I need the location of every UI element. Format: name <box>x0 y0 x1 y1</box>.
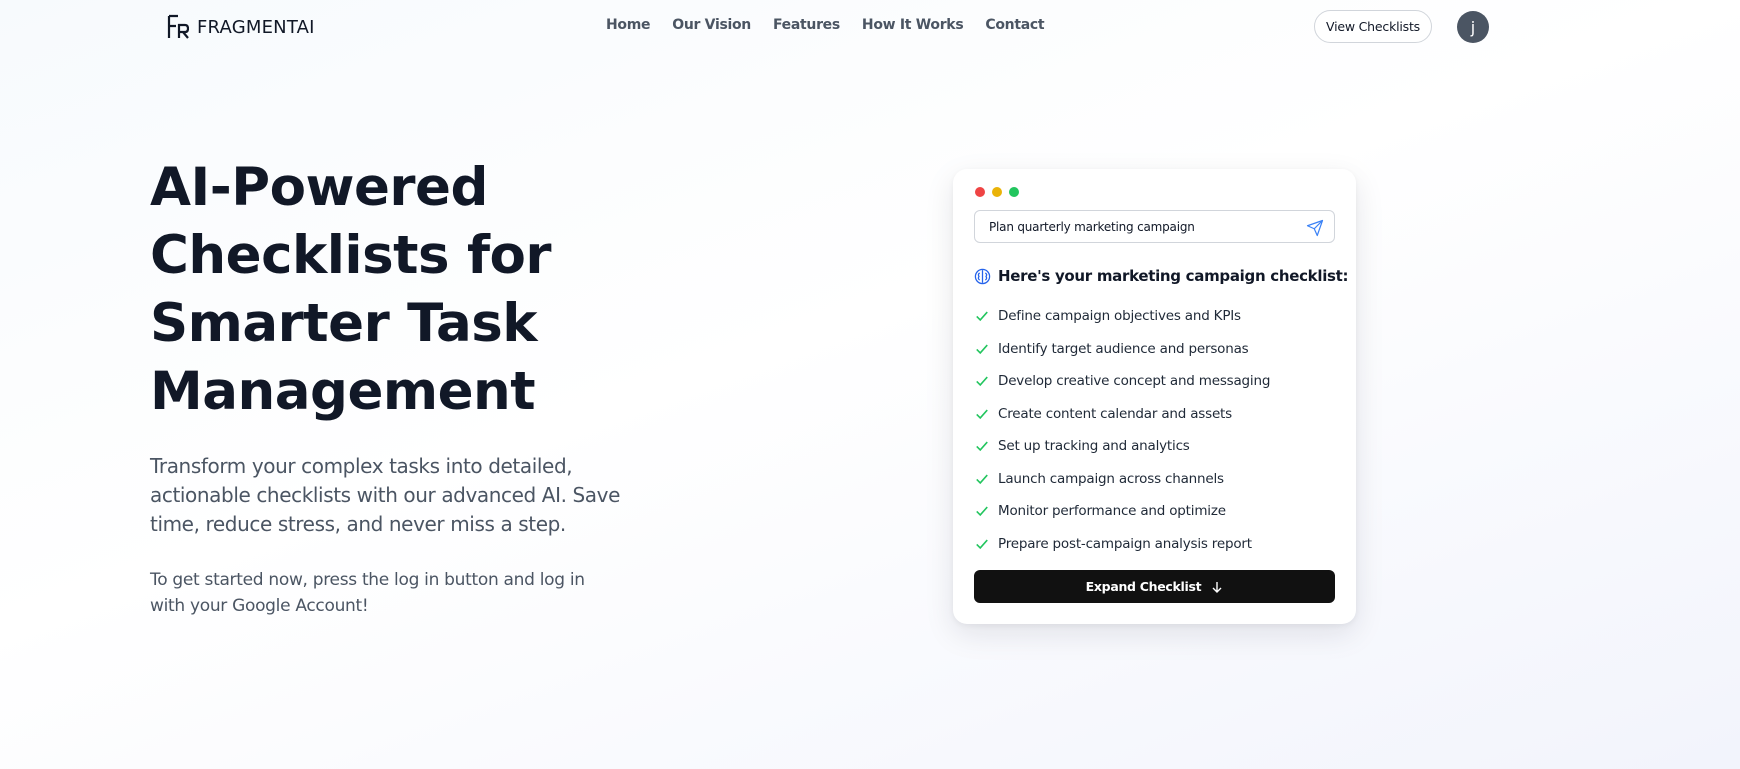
expand-checklist-label: Expand Checklist <box>1085 579 1202 594</box>
nav-contact[interactable]: Contact <box>985 17 1044 33</box>
send-icon[interactable] <box>1306 219 1324 237</box>
check-icon <box>976 311 988 322</box>
checklist-item-text: Identify target audience and personas <box>998 340 1249 357</box>
checklist-item: Prepare post-campaign analysis report <box>975 528 1270 561</box>
checklist-item-text: Prepare post-campaign analysis report <box>998 535 1252 552</box>
check-icon <box>976 539 988 549</box>
landing-page: FRAGMENTAI Home Our Vision Features How … <box>0 0 1740 769</box>
hero-subtitle: Transform your complex tasks into detail… <box>150 454 620 536</box>
view-checklists-button[interactable]: View Checklists <box>1314 10 1432 43</box>
check-icon <box>976 376 988 387</box>
brain-icon <box>974 268 991 284</box>
result-title: Here's your marketing campaign checklist… <box>998 267 1349 285</box>
checklist-item-text: Set up tracking and analytics <box>998 438 1190 455</box>
checklist-item: Create content calendar and assets <box>975 398 1270 431</box>
checklist-item-text: Create content calendar and assets <box>998 405 1232 422</box>
main-nav: Home Our Vision Features How It Works Co… <box>606 17 1045 33</box>
nav-home[interactable]: Home <box>606 17 651 33</box>
maximize-dot <box>1009 187 1019 197</box>
result-header: Here's your marketing campaign checklist… <box>974 267 1349 285</box>
site-header: FRAGMENTAI Home Our Vision Features How … <box>0 0 1740 54</box>
checklist-item: Launch campaign across channels <box>975 463 1270 496</box>
nav-our-vision[interactable]: Our Vision <box>672 17 751 33</box>
prompt-box <box>974 210 1335 243</box>
checklist-item-text: Launch campaign across channels <box>998 470 1224 487</box>
nav-features[interactable]: Features <box>773 17 840 33</box>
window-controls <box>975 187 1019 197</box>
checklist-item: Monitor performance and optimize <box>975 495 1270 528</box>
checklist-item: Define campaign objectives and KPIs <box>975 300 1270 333</box>
checklist-item: Develop creative concept and messaging <box>975 365 1270 398</box>
check-icon <box>976 474 988 484</box>
checklist-item-text: Define campaign objectives and KPIs <box>998 308 1241 325</box>
checklist: Define campaign objectives and KPIs Iden… <box>975 300 1270 560</box>
user-avatar[interactable]: j <box>1457 11 1489 43</box>
logo-mark-icon <box>167 14 189 39</box>
minimize-dot <box>992 187 1002 197</box>
hero-title: AI-Powered Checklists for Smarter Task M… <box>150 157 552 422</box>
arrow-down-icon <box>1212 581 1222 593</box>
checklist-item: Identify target audience and personas <box>975 333 1270 366</box>
checklist-item-text: Develop creative concept and messaging <box>998 373 1271 390</box>
demo-checklist-card: Here's your marketing campaign checklist… <box>953 169 1356 624</box>
check-icon <box>976 344 988 354</box>
check-icon <box>976 409 988 419</box>
brand-logo[interactable]: FRAGMENTAI <box>167 13 315 41</box>
brand-name: FRAGMENTAI <box>197 16 315 38</box>
expand-checklist-button[interactable]: Expand Checklist <box>974 570 1335 603</box>
checklist-item-text: Monitor performance and optimize <box>998 503 1226 520</box>
prompt-input[interactable] <box>975 219 1295 234</box>
close-dot <box>975 187 985 197</box>
checklist-item: Set up tracking and analytics <box>975 430 1270 463</box>
hero-login-note: To get started now, press the log in but… <box>150 570 585 616</box>
check-icon <box>976 441 988 452</box>
nav-how-it-works[interactable]: How It Works <box>862 17 964 33</box>
check-icon <box>976 506 988 517</box>
